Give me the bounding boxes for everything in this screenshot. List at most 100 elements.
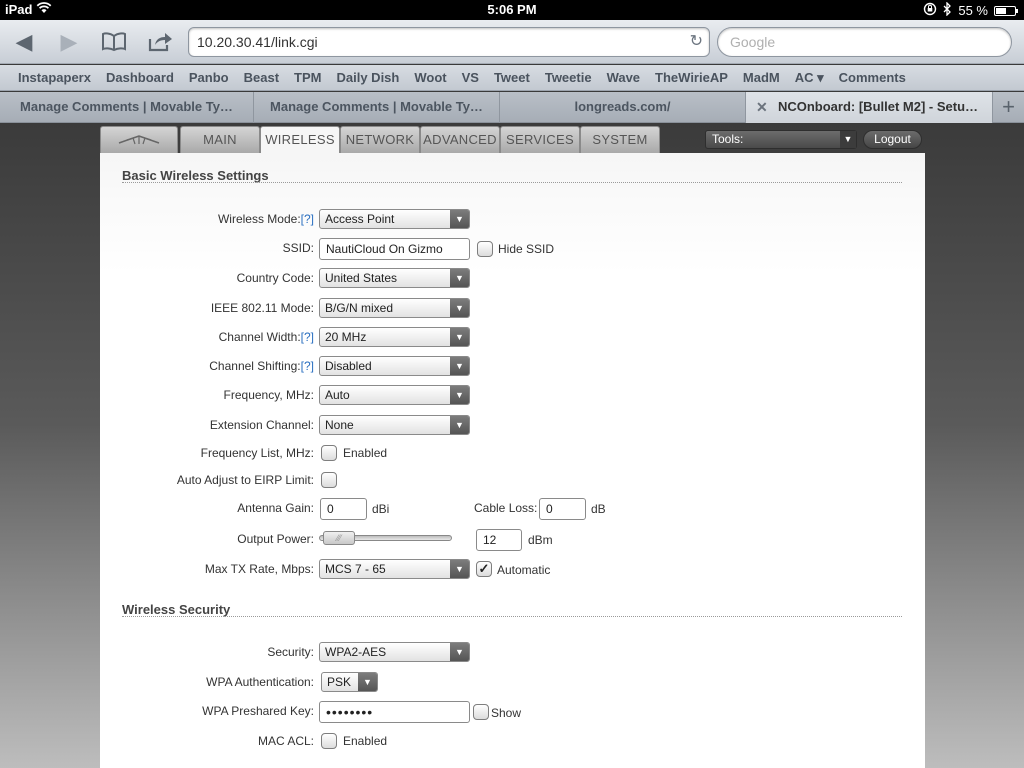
country-code-value: United States (325, 271, 398, 285)
row-antenna-gain: Antenna Gain: 0 dBi Cable Loss: 0 dB (100, 498, 925, 520)
back-arrow-icon[interactable]: ◀ (10, 29, 38, 55)
auto-adjust-eirp-checkbox[interactable] (321, 472, 337, 488)
auto-adjust-label: Auto Adjust to EIRP Limit: (176, 473, 314, 487)
bookmark-item[interactable]: TPM (294, 70, 321, 85)
mac-acl-checkbox[interactable] (321, 733, 337, 749)
reload-icon[interactable]: ↻ (690, 28, 703, 56)
bookmark-item[interactable]: Wave (607, 70, 640, 85)
wpa-auth-label: WPA Authentication: (206, 675, 314, 689)
show-key-label: Show (491, 706, 522, 720)
bookmark-item[interactable]: VS (462, 70, 479, 85)
row-wpa-preshared-key: WPA Preshared Key: •••••••• Show (100, 701, 925, 723)
bookmark-item[interactable]: Comments (839, 70, 906, 85)
hide-ssid-label: Hide SSID (498, 242, 555, 256)
bookmarks-book-icon[interactable] (100, 29, 128, 55)
row-ssid: SSID: NautiCloud On Gizmo Hide SSID (100, 238, 925, 260)
browser-tabs: Manage Comments | Movable Ty… Manage Com… (0, 92, 1024, 123)
help-link[interactable]: [?] (301, 359, 314, 373)
extension-channel-value: None (325, 418, 354, 432)
automatic-rate-label: Automatic (497, 563, 551, 577)
output-power-slider-handle[interactable]: ⁄⁄⁄ (323, 531, 355, 545)
tools-dropdown[interactable]: Tools: ▼ (705, 130, 857, 149)
ubiquiti-logo-icon[interactable] (100, 126, 178, 153)
country-code-label: Country Code: (236, 271, 314, 285)
automatic-rate-checkbox[interactable]: ✓ (476, 561, 492, 577)
hide-ssid-checkbox[interactable] (477, 241, 493, 257)
wireless-mode-value: Access Point (325, 212, 395, 226)
nav-tab-wireless[interactable]: WIRELESS (260, 126, 340, 154)
channel-width-select[interactable]: 20 MHz ▼ (319, 327, 470, 347)
output-power-input[interactable]: 12 (476, 529, 522, 551)
antenna-gain-input[interactable]: 0 (320, 498, 367, 520)
forward-arrow-icon[interactable]: ▶ (55, 29, 83, 55)
bluetooth-icon (943, 1, 952, 19)
bookmark-item[interactable]: TheWirieAP (655, 70, 728, 85)
cable-loss-unit: dB (591, 502, 606, 516)
ieee-mode-select[interactable]: B/G/N mixed ▼ (319, 298, 470, 318)
browser-tab[interactable]: longreads.com/ (500, 92, 746, 123)
nav-tab-main[interactable]: MAIN (180, 126, 260, 153)
nav-tab-network[interactable]: NETWORK (340, 126, 420, 153)
chevron-down-icon: ▼ (450, 328, 469, 346)
show-key-checkbox[interactable] (473, 704, 489, 720)
battery-icon (994, 5, 1018, 16)
search-field[interactable]: Google (717, 27, 1012, 57)
wpa-auth-select[interactable]: PSK ▼ (321, 672, 378, 692)
wireless-mode-select[interactable]: Access Point ▼ (319, 209, 470, 229)
channel-width-label: Channel Width: (218, 330, 301, 344)
chevron-down-icon: ▼ (450, 299, 469, 317)
bookmark-item[interactable]: Dashboard (106, 70, 174, 85)
output-power-unit: dBm (528, 533, 553, 547)
help-link[interactable]: [?] (301, 330, 314, 344)
help-link[interactable]: [?] (301, 212, 314, 226)
wireless-mode-label: Wireless Mode: (217, 212, 301, 226)
row-security: Security: WPA2-AES ▼ (100, 642, 925, 664)
frequency-list-checkbox[interactable] (321, 445, 337, 461)
bookmark-item[interactable]: Daily Dish (337, 70, 400, 85)
nav-tab-advanced[interactable]: ADVANCED (420, 126, 500, 153)
bookmark-item[interactable]: MadM (743, 70, 780, 85)
new-tab-plus-icon[interactable]: + (993, 92, 1024, 123)
section-title-basic: Basic Wireless Settings (122, 168, 269, 183)
security-select[interactable]: WPA2-AES ▼ (319, 642, 470, 662)
channel-shifting-select[interactable]: Disabled ▼ (319, 356, 470, 376)
chevron-down-icon: ▼ (358, 673, 377, 691)
cable-loss-input[interactable]: 0 (539, 498, 586, 520)
extension-channel-select[interactable]: None ▼ (319, 415, 470, 435)
bookmark-item[interactable]: Tweet (494, 70, 530, 85)
browser-tab-active[interactable]: ✕ NCOnboard: [Bullet M2] - Setu… (746, 92, 993, 123)
max-tx-rate-select[interactable]: MCS 7 - 65 ▼ (319, 559, 470, 579)
country-code-select[interactable]: United States ▼ (319, 268, 470, 288)
row-wpa-authentication: WPA Authentication: PSK ▼ (100, 672, 925, 694)
nav-tab-system[interactable]: SYSTEM (580, 126, 660, 153)
bookmarks-bar: Instapaperx Dashboard Panbo Beast TPM Da… (0, 65, 1024, 91)
browser-tab[interactable]: Manage Comments | Movable Ty… (254, 92, 500, 123)
chevron-down-icon: ▼ (450, 210, 469, 228)
bookmark-item[interactable]: Panbo (189, 70, 229, 85)
wpa-key-input[interactable]: •••••••• (319, 701, 470, 723)
frequency-select[interactable]: Auto ▼ (319, 385, 470, 405)
section-divider (122, 182, 902, 183)
row-max-tx-rate: Max TX Rate, Mbps: MCS 7 - 65 ▼ ✓ Automat… (100, 559, 925, 581)
close-tab-icon[interactable]: ✕ (756, 92, 768, 122)
nav-tab-services[interactable]: SERVICES (500, 126, 580, 153)
battery-level (996, 7, 1006, 14)
battery-percent: 55 % (958, 3, 988, 18)
ssid-label: SSID: (282, 241, 314, 255)
share-icon[interactable] (146, 29, 174, 55)
logout-button[interactable]: Logout (863, 130, 922, 149)
bookmark-item[interactable]: Tweetie (545, 70, 592, 85)
bookmark-item[interactable]: Instapaperx (18, 70, 91, 85)
chevron-down-icon: ▼ (450, 386, 469, 404)
section-divider (122, 616, 902, 617)
browser-tab[interactable]: Manage Comments | Movable Ty… (0, 92, 254, 123)
max-tx-rate-value: MCS 7 - 65 (325, 562, 386, 576)
bookmark-folder-ac[interactable]: AC ▾ (795, 70, 824, 86)
bookmark-item[interactable]: Woot (414, 70, 446, 85)
ssid-input[interactable]: NautiCloud On Gizmo (319, 238, 470, 260)
tools-label: Tools: (712, 132, 744, 146)
antenna-gain-unit: dBi (372, 502, 390, 516)
url-bar[interactable]: 10.20.30.41/link.cgi ↻ (188, 27, 710, 57)
bookmark-item[interactable]: Beast (244, 70, 279, 85)
row-frequency: Frequency, MHz: Auto ▼ (100, 385, 925, 407)
